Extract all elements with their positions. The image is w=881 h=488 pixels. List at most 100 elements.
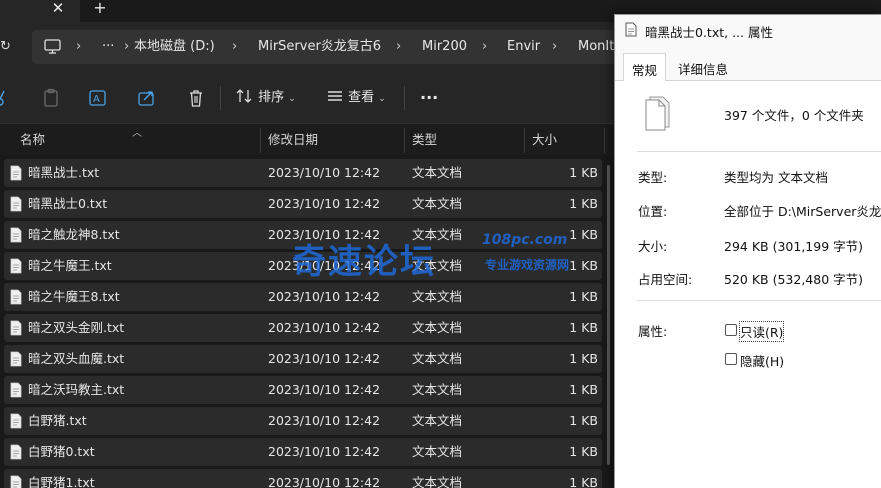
text-file-icon bbox=[10, 227, 22, 243]
file-type: 文本文档 bbox=[412, 320, 463, 335]
file-size: 1 KB bbox=[569, 227, 598, 242]
cut-icon[interactable] bbox=[0, 88, 14, 108]
scrollbar[interactable] bbox=[606, 155, 612, 488]
hidden-checkbox[interactable] bbox=[725, 353, 737, 365]
type-label: 类型: bbox=[638, 170, 668, 185]
file-row[interactable]: 白野猪0.txt 2023/10/10 12:42 文本文档 1 KB bbox=[4, 438, 602, 466]
sort-label: 排序 bbox=[258, 90, 285, 105]
file-date: 2023/10/10 12:42 bbox=[268, 413, 381, 428]
breadcrumb-item-envir[interactable]: Envir bbox=[507, 30, 540, 64]
file-size: 1 KB bbox=[569, 165, 598, 180]
readonly-checkbox[interactable] bbox=[725, 324, 737, 336]
scrollbar-thumb[interactable] bbox=[607, 165, 610, 465]
file-row[interactable]: 暗之牛魔王8.txt 2023/10/10 12:42 文本文档 1 KB bbox=[4, 283, 602, 311]
tab-general[interactable]: 常规 bbox=[623, 53, 667, 82]
chevron-right-icon: › bbox=[124, 39, 130, 54]
file-size: 1 KB bbox=[569, 444, 598, 459]
file-row[interactable]: 暗之触龙神8.txt 2023/10/10 12:42 文本文档 1 KB bbox=[4, 221, 602, 249]
command-bar: A 排序 ⌄ 查看 ⌄ ··· bbox=[0, 72, 620, 124]
column-size[interactable]: 大小 bbox=[532, 124, 557, 155]
divider bbox=[637, 151, 881, 152]
file-type: 文本文档 bbox=[412, 196, 463, 211]
file-row[interactable]: 暗之牛魔王.txt 2023/10/10 12:42 文本文档 1 KB bbox=[4, 252, 602, 280]
text-file-icon bbox=[10, 444, 22, 460]
divider bbox=[637, 300, 881, 301]
file-name: 暗黑战士.txt bbox=[28, 165, 100, 180]
tab-details[interactable]: 详细信息 bbox=[678, 59, 728, 78]
column-divider[interactable] bbox=[604, 128, 605, 153]
general-panel: 397 个文件，0 个文件夹 类型: 类型均为 文本文档 位置: 全部位于 D:… bbox=[615, 81, 881, 488]
breadcrumb-item-mir200[interactable]: Mir200 bbox=[422, 30, 467, 64]
share-icon[interactable] bbox=[136, 88, 158, 108]
view-icon bbox=[328, 91, 342, 101]
column-divider[interactable] bbox=[404, 128, 405, 153]
see-more-button[interactable]: ··· bbox=[420, 86, 438, 110]
file-row[interactable]: 白野猪.txt 2023/10/10 12:42 文本文档 1 KB bbox=[4, 407, 602, 435]
file-row[interactable]: 暗黑战士.txt 2023/10/10 12:42 文本文档 1 KB bbox=[4, 159, 602, 187]
chevron-right-icon: › bbox=[482, 39, 488, 54]
file-row[interactable]: 暗之沃玛教主.txt 2023/10/10 12:42 文本文档 1 KB bbox=[4, 376, 602, 404]
file-size: 1 KB bbox=[569, 320, 598, 335]
file-size: 1 KB bbox=[569, 382, 598, 397]
file-date: 2023/10/10 12:42 bbox=[268, 351, 381, 366]
text-file-icon bbox=[10, 351, 22, 367]
file-type: 文本文档 bbox=[412, 165, 463, 180]
text-file-icon bbox=[10, 475, 22, 488]
file-size: 1 KB bbox=[569, 413, 598, 428]
file-row[interactable]: 暗之双头血魔.txt 2023/10/10 12:42 文本文档 1 KB bbox=[4, 345, 602, 373]
breadcrumb-item-mirserver[interactable]: MirServer炎龙复古6 bbox=[258, 30, 381, 64]
file-type: 文本文档 bbox=[412, 351, 463, 366]
file-name: 白野猪.txt bbox=[28, 413, 87, 428]
rename-icon[interactable]: A bbox=[87, 88, 109, 108]
properties-dialog: 暗黑战士0.txt, ... 属性 常规 详细信息 397 个文件，0 个文件夹… bbox=[614, 14, 881, 488]
sort-button[interactable]: 排序 ⌄ bbox=[236, 86, 296, 110]
location-value: 全部位于 D:\MirServer炎龙复 bbox=[724, 204, 881, 219]
breadcrumb-item-drive[interactable]: 本地磁盘 (D:) bbox=[134, 30, 215, 64]
dialog-tabs: 常规 详细信息 bbox=[615, 51, 881, 82]
file-name: 暗黑战士0.txt bbox=[28, 196, 108, 211]
readonly-label[interactable]: 只读(R) bbox=[738, 321, 785, 342]
view-button[interactable]: 查看 ⌄ bbox=[326, 86, 386, 110]
delete-icon[interactable] bbox=[185, 88, 207, 108]
file-name: 暗之沃玛教主.txt bbox=[28, 382, 125, 397]
file-date: 2023/10/10 12:42 bbox=[268, 258, 381, 273]
file-type: 文本文档 bbox=[412, 475, 463, 488]
refresh-icon[interactable]: ↻ bbox=[0, 37, 10, 57]
active-tab[interactable] bbox=[0, 0, 80, 22]
new-tab-icon[interactable]: + bbox=[90, 0, 110, 18]
file-row[interactable]: 暗黑战士0.txt 2023/10/10 12:42 文本文档 1 KB bbox=[4, 190, 602, 218]
file-type: 文本文档 bbox=[412, 258, 463, 273]
file-name: 暗之牛魔王8.txt bbox=[28, 289, 120, 304]
file-type: 文本文档 bbox=[412, 289, 463, 304]
breadcrumb[interactable]: › ··· › 本地磁盘 (D:) › MirServer炎龙复古6 › Mir… bbox=[32, 30, 652, 64]
text-file-icon bbox=[10, 289, 22, 305]
this-pc-icon[interactable] bbox=[44, 39, 61, 54]
file-row[interactable]: 暗之双头金刚.txt 2023/10/10 12:42 文本文档 1 KB bbox=[4, 314, 602, 342]
column-type[interactable]: 类型 bbox=[412, 124, 437, 155]
file-size: 1 KB bbox=[569, 289, 598, 304]
sort-icon bbox=[236, 89, 252, 103]
file-date: 2023/10/10 12:42 bbox=[268, 289, 381, 304]
paste-icon[interactable] bbox=[40, 88, 62, 108]
close-tab-icon[interactable]: ✕ bbox=[48, 0, 68, 18]
column-divider[interactable] bbox=[260, 128, 261, 153]
breadcrumb-more[interactable]: ··· bbox=[102, 30, 114, 64]
chevron-right-icon: › bbox=[552, 39, 558, 54]
file-row[interactable]: 白野猪1.txt 2023/10/10 12:42 文本文档 1 KB bbox=[4, 469, 602, 488]
size-label: 大小: bbox=[638, 239, 668, 254]
file-size: 1 KB bbox=[569, 351, 598, 366]
file-type: 文本文档 bbox=[412, 413, 463, 428]
file-date: 2023/10/10 12:42 bbox=[268, 165, 381, 180]
column-name[interactable]: 名称 bbox=[20, 124, 45, 155]
attributes-label: 属性: bbox=[638, 324, 668, 339]
breadcrumb-item-monit[interactable]: MonIt bbox=[578, 30, 614, 64]
column-divider[interactable] bbox=[524, 128, 525, 153]
disk-size-label: 占用空间: bbox=[638, 272, 693, 287]
file-date: 2023/10/10 12:42 bbox=[268, 196, 381, 211]
column-date[interactable]: 修改日期 bbox=[268, 124, 318, 155]
file-date: 2023/10/10 12:42 bbox=[268, 475, 381, 488]
text-file-icon bbox=[10, 413, 22, 429]
file-type: 文本文档 bbox=[412, 227, 463, 242]
file-date: 2023/10/10 12:42 bbox=[268, 320, 381, 335]
hidden-label[interactable]: 隐藏(H) bbox=[740, 351, 784, 370]
